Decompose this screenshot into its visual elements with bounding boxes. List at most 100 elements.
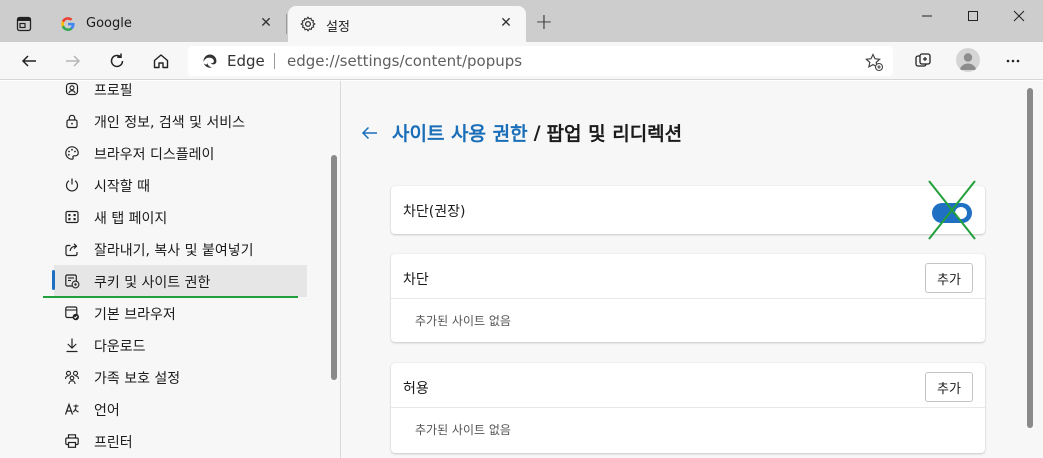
sidebar-item-label: 언어: [94, 403, 120, 419]
forward-arrow-icon: [66, 55, 81, 67]
url-text[interactable]: edge://settings/content/popups: [287, 52, 522, 70]
sidebar-item-label: 시작할 때: [94, 179, 150, 195]
new-tab-button[interactable]: +: [532, 12, 556, 36]
home-button[interactable]: [146, 46, 176, 76]
back-arrow-icon[interactable]: [360, 123, 380, 143]
maximize-icon: [968, 11, 978, 21]
settings-content: 프로필 개인 정보, 검색 및 서비스 브라우저 디스플레이 시작할 때 새 탭…: [0, 81, 1043, 458]
settings-main-panel: 사이트 사용 권한 / 팝업 및 리디렉션 차단(권장) 차단 추가 추가된 사…: [342, 81, 1043, 458]
sidebar-item-languages[interactable]: 언어: [54, 393, 307, 425]
more-dots-icon: [1006, 59, 1020, 63]
empty-list-text: 추가된 사이트 없음: [415, 423, 511, 437]
sidebar-item-default-browser[interactable]: 기본 브라우저: [54, 297, 307, 329]
sidebar-scrollbar[interactable]: [331, 155, 337, 380]
share-icon: [65, 243, 78, 257]
sidebar-item-appearance[interactable]: 브라우저 디스플레이: [54, 137, 307, 169]
collections-icon: [915, 53, 931, 67]
back-button[interactable]: [14, 46, 44, 76]
person-icon: [959, 53, 977, 70]
main-scrollbar[interactable]: [1027, 88, 1033, 428]
block-section-title: 차단: [403, 272, 429, 288]
sidebar-item-label: 프로필: [94, 83, 133, 99]
sidebar-item-family[interactable]: 가족 보호 설정: [54, 361, 307, 393]
home-icon: [153, 54, 169, 69]
profile-avatar[interactable]: [956, 48, 980, 72]
forward-button[interactable]: [58, 46, 88, 76]
omnibox-divider: [274, 53, 275, 69]
sidebar-item-new-tab-page[interactable]: 새 탭 페이지: [54, 201, 307, 233]
profile-icon: [65, 82, 79, 96]
browser-label: Edge: [227, 52, 265, 70]
sidebar-item-downloads[interactable]: 다운로드: [54, 329, 307, 361]
new-tab-page-icon: [65, 210, 79, 224]
tab-google[interactable]: Google ✕: [48, 6, 286, 42]
sidebar-item-label: 프린터: [94, 435, 133, 451]
back-arrow-icon: [21, 55, 36, 67]
add-favorite-icon[interactable]: [864, 52, 884, 72]
tab-settings[interactable]: 설정 ✕: [288, 6, 526, 42]
power-icon: [65, 178, 79, 192]
minimize-button[interactable]: [904, 0, 950, 32]
selected-indicator: [52, 270, 55, 290]
sidebar-item-label: 다운로드: [94, 339, 146, 355]
sidebar-item-share-copy-paste[interactable]: 잘라내기, 복사 및 붙여넣기: [54, 233, 307, 265]
sidebar-item-cookies-site-permissions[interactable]: 쿠키 및 사이트 권한: [54, 265, 307, 297]
edge-logo-icon: [203, 54, 217, 68]
tab-actions-icon: [16, 16, 32, 32]
google-g-icon: [61, 17, 75, 31]
sidebar-item-label: 쿠키 및 사이트 권한: [94, 275, 211, 291]
cookie-site-permissions-icon: [65, 274, 80, 289]
close-window-button[interactable]: [996, 0, 1042, 32]
tab-title: Google: [86, 16, 132, 31]
breadcrumb-separator: /: [533, 121, 541, 144]
refresh-button[interactable]: [102, 46, 132, 76]
family-icon: [64, 370, 80, 385]
block-recommended-card: 차단(권장): [391, 180, 985, 240]
toggle-knob: [955, 207, 967, 219]
sidebar-item-privacy[interactable]: 개인 정보, 검색 및 서비스: [54, 105, 307, 137]
sidebar-item-label: 개인 정보, 검색 및 서비스: [94, 115, 246, 131]
download-icon: [66, 338, 78, 353]
tab-strip: Google ✕ 설정 ✕ +: [0, 0, 1043, 42]
lock-icon: [66, 114, 78, 129]
card-divider: [391, 298, 985, 299]
tab-divider: [286, 14, 287, 34]
sidebar-item-profile[interactable]: 프로필: [54, 73, 307, 105]
language-icon: [64, 402, 79, 415]
add-blocked-site-button[interactable]: 추가: [925, 263, 973, 293]
refresh-icon: [110, 53, 124, 68]
sidebar-item-on-startup[interactable]: 시작할 때: [54, 169, 307, 201]
default-browser-icon: [65, 306, 79, 321]
tab-actions-menu-button[interactable]: [10, 10, 38, 38]
sidebar-item-label: 가족 보호 설정: [94, 371, 181, 387]
sidebar-item-printers[interactable]: 프린터: [54, 425, 307, 457]
page-heading: 사이트 사용 권한 / 팝업 및 리디렉션: [360, 119, 682, 146]
settings-and-more-button[interactable]: [998, 46, 1028, 76]
block-recommended-toggle[interactable]: [932, 203, 972, 223]
sidebar-item-label: 브라우저 디스플레이: [94, 147, 215, 163]
settings-sidebar: 프로필 개인 정보, 검색 및 서비스 브라우저 디스플레이 시작할 때 새 탭…: [0, 81, 341, 458]
empty-list-text: 추가된 사이트 없음: [415, 314, 511, 328]
add-allowed-site-button[interactable]: 추가: [925, 372, 973, 402]
breadcrumb-site-permissions-link[interactable]: 사이트 사용 권한: [392, 119, 528, 146]
sidebar-item-label: 잘라내기, 복사 및 붙여넣기: [94, 243, 254, 259]
collections-button[interactable]: [908, 46, 938, 76]
maximize-button[interactable]: [950, 0, 996, 32]
allow-list-card: 허용 추가 추가된 사이트 없음: [391, 363, 985, 453]
gear-icon: [300, 16, 316, 32]
sidebar-item-label: 기본 브라우저: [94, 307, 176, 323]
close-tab-icon[interactable]: ✕: [498, 15, 514, 31]
allow-section-title: 허용: [403, 381, 429, 397]
minimize-icon: [922, 15, 932, 17]
palette-icon: [65, 146, 79, 160]
block-recommended-label: 차단(권장): [403, 204, 466, 220]
address-bar[interactable]: Edge edge://settings/content/popups: [188, 46, 893, 76]
block-list-card: 차단 추가 추가된 사이트 없음: [391, 254, 985, 342]
close-tab-icon[interactable]: ✕: [258, 15, 274, 31]
tab-title: 설정: [326, 20, 350, 35]
close-icon: [1013, 10, 1025, 22]
printer-icon: [65, 434, 79, 448]
page-title: 팝업 및 리디렉션: [546, 123, 683, 145]
sidebar-item-label: 새 탭 페이지: [94, 211, 168, 227]
card-divider: [391, 407, 985, 408]
